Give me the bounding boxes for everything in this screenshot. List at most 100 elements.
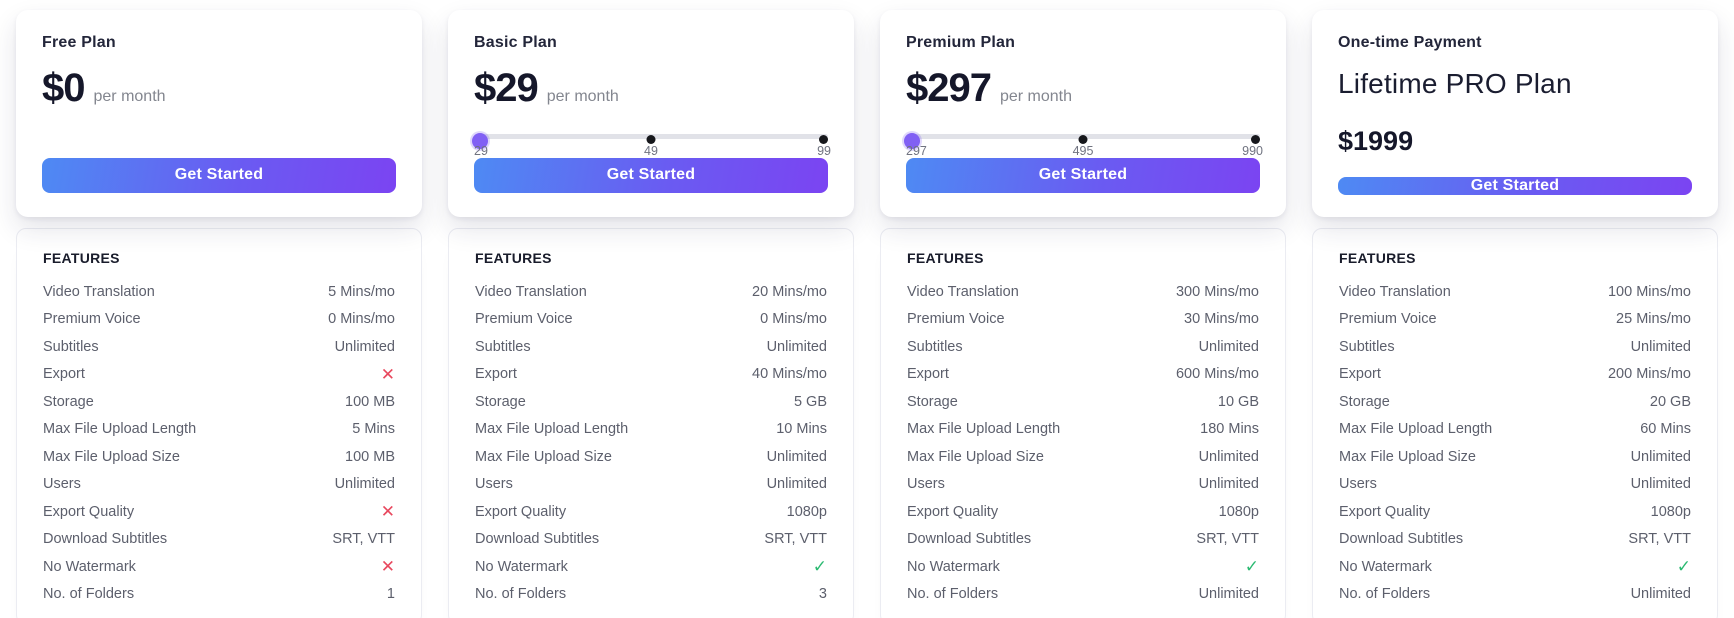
feature-row: Video Translation 20 Mins/mo [475, 278, 827, 306]
feature-row: Users Unlimited [475, 471, 827, 499]
plan-price: $297 [906, 66, 992, 110]
get-started-button[interactable]: Get Started [1338, 177, 1692, 195]
feature-value: SRT, VTT [764, 531, 827, 548]
feature-label: Max File Upload Length [1339, 421, 1493, 438]
feature-row: No. of Folders 1 [43, 581, 395, 609]
feature-label: Max File Upload Size [1339, 448, 1476, 465]
features-heading: FEATURES [475, 250, 552, 266]
feature-value: Unlimited [1630, 476, 1691, 493]
feature-value: Unlimited [1198, 476, 1259, 493]
feature-value: 1080p [786, 503, 827, 520]
feature-value: SRT, VTT [332, 531, 395, 548]
price-row: $0 per month [42, 68, 396, 108]
feature-label: No. of Folders [1339, 586, 1431, 603]
plan-header-card: One-time Payment Lifetime PRO Plan $1999 [1312, 10, 1718, 217]
feature-value: 1080p [1218, 503, 1259, 520]
plan-card: One-time Payment Lifetime PRO Plan $1999 [1312, 10, 1718, 618]
slider-mark-dot [819, 135, 828, 144]
feature-label: No Watermark [43, 558, 136, 575]
feature-label: Export Quality [907, 503, 999, 520]
feature-value: 0 Mins/mo [760, 311, 827, 328]
slider-track[interactable] [904, 133, 1260, 149]
feature-label: No. of Folders [475, 586, 567, 603]
feature-row: Premium Voice 0 Mins/mo [43, 306, 395, 334]
get-started-button[interactable]: Get Started [474, 157, 828, 193]
features-panel: FEATURES Video Translation 5 Mins/mo Pre… [16, 228, 422, 618]
feature-label: Users [475, 476, 513, 493]
feature-row: No. of Folders Unlimited [1339, 581, 1691, 609]
feature-label: Export [1339, 366, 1381, 383]
get-started-button[interactable]: Get Started [906, 157, 1260, 193]
feature-value: Unlimited [1630, 448, 1691, 465]
feature-rows: Video Translation 300 Mins/mo Premium Vo… [907, 278, 1259, 608]
feature-value: SRT, VTT [1628, 531, 1691, 548]
slider-mark-label: 495 [1072, 144, 1094, 158]
feature-label: Max File Upload Size [43, 448, 180, 465]
feature-value: SRT, VTT [1196, 531, 1259, 548]
feature-label: Max File Upload Size [907, 448, 1044, 465]
check-icon: ✓ [1244, 557, 1259, 577]
feature-row: Max File Upload Size Unlimited [1339, 443, 1691, 471]
feature-value: Unlimited [1198, 448, 1259, 465]
feature-value: 1080p [1650, 503, 1691, 520]
slider-mark-dot [1078, 135, 1088, 144]
feature-row: Export 200 Mins/mo [1339, 361, 1691, 389]
feature-value: 200 Mins/mo [1607, 366, 1691, 383]
feature-label: Max File Upload Length [907, 421, 1061, 438]
feature-value: 20 Mins/mo [752, 283, 827, 300]
slider-track[interactable] [472, 133, 828, 149]
feature-row: Premium Voice 0 Mins/mo [475, 306, 827, 334]
check-icon: ✓ [812, 557, 827, 577]
plan-title: One-time Payment [1338, 34, 1482, 51]
feature-label: Storage [907, 393, 958, 410]
feature-row: Storage 100 MB [43, 388, 395, 416]
plan-period: per month [546, 88, 619, 105]
feature-row: Export Quality ✕ [43, 498, 395, 526]
feature-value: 25 Mins/mo [1616, 311, 1691, 328]
feature-label: Export Quality [43, 503, 135, 520]
cross-icon: ✕ [380, 364, 395, 384]
feature-row: Export 600 Mins/mo [907, 361, 1259, 389]
feature-value: 180 Mins [1200, 421, 1259, 438]
plan-period: per month [999, 88, 1073, 105]
feature-label: Download Subtitles [1339, 531, 1464, 548]
feature-label: Video Translation [907, 283, 1019, 300]
feature-row: Max File Upload Size 100 MB [43, 443, 395, 471]
features-heading: FEATURES [907, 250, 984, 266]
feature-row: Download Subtitles SRT, VTT [475, 526, 827, 554]
feature-label: Storage [475, 393, 526, 410]
feature-row: Export ✕ [43, 361, 395, 389]
features-heading: FEATURES [1339, 250, 1416, 266]
check-icon: ✓ [1676, 557, 1691, 577]
feature-value: 10 Mins [776, 421, 827, 438]
feature-row: Premium Voice 25 Mins/mo [1339, 306, 1691, 334]
feature-label: Download Subtitles [907, 531, 1032, 548]
feature-label: Subtitles [1339, 338, 1395, 355]
feature-row: Subtitles Unlimited [475, 333, 827, 361]
features-panel: FEATURES Video Translation 20 Mins/mo Pr… [448, 228, 854, 618]
feature-row: No Watermark ✓ [1339, 553, 1691, 581]
feature-row: Max File Upload Length 5 Mins [43, 416, 395, 444]
feature-value: Unlimited [766, 448, 827, 465]
feature-label: Premium Voice [475, 311, 573, 328]
plan-card: Basic Plan $29 per month 29 49 99 Get St… [448, 10, 854, 618]
feature-row: Users Unlimited [43, 471, 395, 499]
slider-mark-label: 49 [644, 144, 658, 158]
feature-row: Video Translation 300 Mins/mo [907, 278, 1259, 306]
feature-value: 600 Mins/mo [1175, 366, 1259, 383]
feature-label: Video Translation [1339, 283, 1451, 300]
feature-value: 100 Mins/mo [1607, 283, 1691, 300]
feature-label: No Watermark [475, 558, 568, 575]
get-started-button[interactable]: Get Started [42, 157, 396, 193]
feature-row: Export Quality 1080p [907, 498, 1259, 526]
feature-label: No. of Folders [907, 586, 999, 603]
pricing-plans: Free Plan $0 per month Get Started FEATU… [0, 0, 1734, 618]
feature-row: Max File Upload Length 180 Mins [907, 416, 1259, 444]
feature-row: Users Unlimited [1339, 471, 1691, 499]
feature-label: Users [907, 476, 945, 493]
slider-mark-label: 990 [1242, 144, 1263, 158]
feature-label: Export [43, 366, 85, 383]
feature-row: Video Translation 5 Mins/mo [43, 278, 395, 306]
feature-value: Unlimited [1198, 338, 1259, 355]
feature-row: Subtitles Unlimited [1339, 333, 1691, 361]
